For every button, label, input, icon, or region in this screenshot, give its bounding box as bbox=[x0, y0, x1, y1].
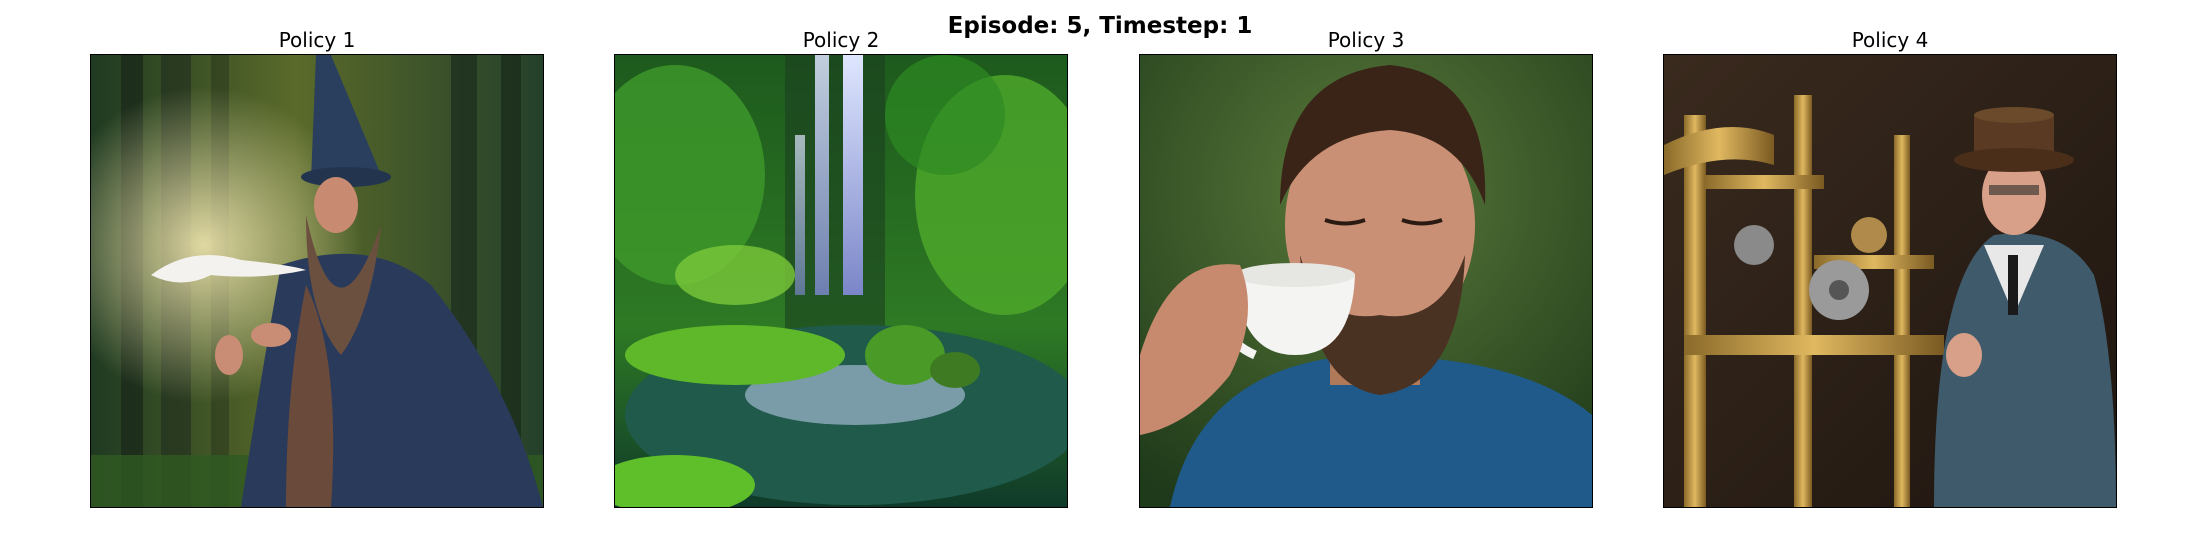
jungle-waterfall-image bbox=[615, 55, 1067, 507]
panel-title: Policy 1 bbox=[278, 28, 356, 52]
bearded-man-drinking-coffee-image bbox=[1140, 55, 1592, 507]
panel-title: Policy 3 bbox=[1327, 28, 1405, 52]
policy-panel-4: Policy 4 bbox=[1663, 26, 2117, 508]
policy-panel-1: Policy 1 bbox=[90, 26, 544, 508]
image-frame bbox=[614, 54, 1068, 508]
policy-panel-2: Policy 2 bbox=[614, 26, 1068, 508]
panel-title: Policy 4 bbox=[1851, 28, 1929, 52]
image-frame bbox=[90, 54, 544, 508]
image-frame bbox=[1139, 54, 1593, 508]
steampunk-inventor-with-machine-image bbox=[1664, 55, 2116, 507]
wizard-in-forest-image bbox=[91, 55, 543, 507]
image-frame bbox=[1663, 54, 2117, 508]
policy-panel-3: Policy 3 bbox=[1139, 26, 1593, 508]
panel-title: Policy 2 bbox=[802, 28, 880, 52]
